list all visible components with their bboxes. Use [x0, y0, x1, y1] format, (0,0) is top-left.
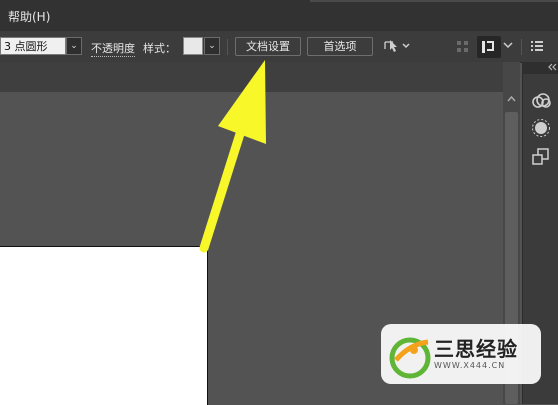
- menu-divider: [310, 0, 558, 2]
- preferences-button[interactable]: 首选项: [307, 37, 373, 56]
- chevron-down-icon[interactable]: ⌄: [204, 37, 220, 55]
- style-swatch[interactable]: [183, 37, 203, 55]
- toolbar-divider: [227, 39, 228, 55]
- chevron-down-icon[interactable]: [502, 39, 514, 54]
- style-label: 样式：: [143, 42, 176, 55]
- menu-bar: 帮助(H): [0, 0, 558, 31]
- toolbar-divider: [521, 39, 522, 55]
- opacity-label[interactable]: 不透明度: [91, 40, 135, 57]
- control-bar: 3 点圆形 ⌄ 不透明度 样式： ⌄ 文档设置 首选项: [0, 31, 558, 63]
- creative-cloud-icon[interactable]: [530, 90, 552, 112]
- appearance-icon[interactable]: [530, 117, 552, 139]
- watermark-url: WWW.X444.CN: [434, 361, 506, 370]
- watermark-title: 三思经验: [434, 337, 518, 361]
- stroke-profile-dropdown[interactable]: 3 点圆形: [0, 37, 66, 55]
- align-grid-icon[interactable]: [456, 40, 470, 57]
- document-tab-strip: [0, 62, 503, 92]
- select-similar-icon[interactable]: [383, 37, 411, 58]
- panel-menu-icon[interactable]: [530, 39, 544, 56]
- align-to-icon[interactable]: [477, 36, 501, 58]
- transform-icon[interactable]: [530, 146, 552, 168]
- collapse-panels-icon[interactable]: [522, 62, 558, 74]
- menu-help[interactable]: 帮助(H): [8, 8, 50, 25]
- chevron-down-icon[interactable]: ⌄: [66, 37, 82, 55]
- artboard[interactable]: [0, 246, 208, 405]
- scroll-up-icon[interactable]: [505, 93, 518, 107]
- document-setup-button[interactable]: 文档设置: [235, 37, 301, 56]
- watermark-logo-icon: [388, 330, 434, 383]
